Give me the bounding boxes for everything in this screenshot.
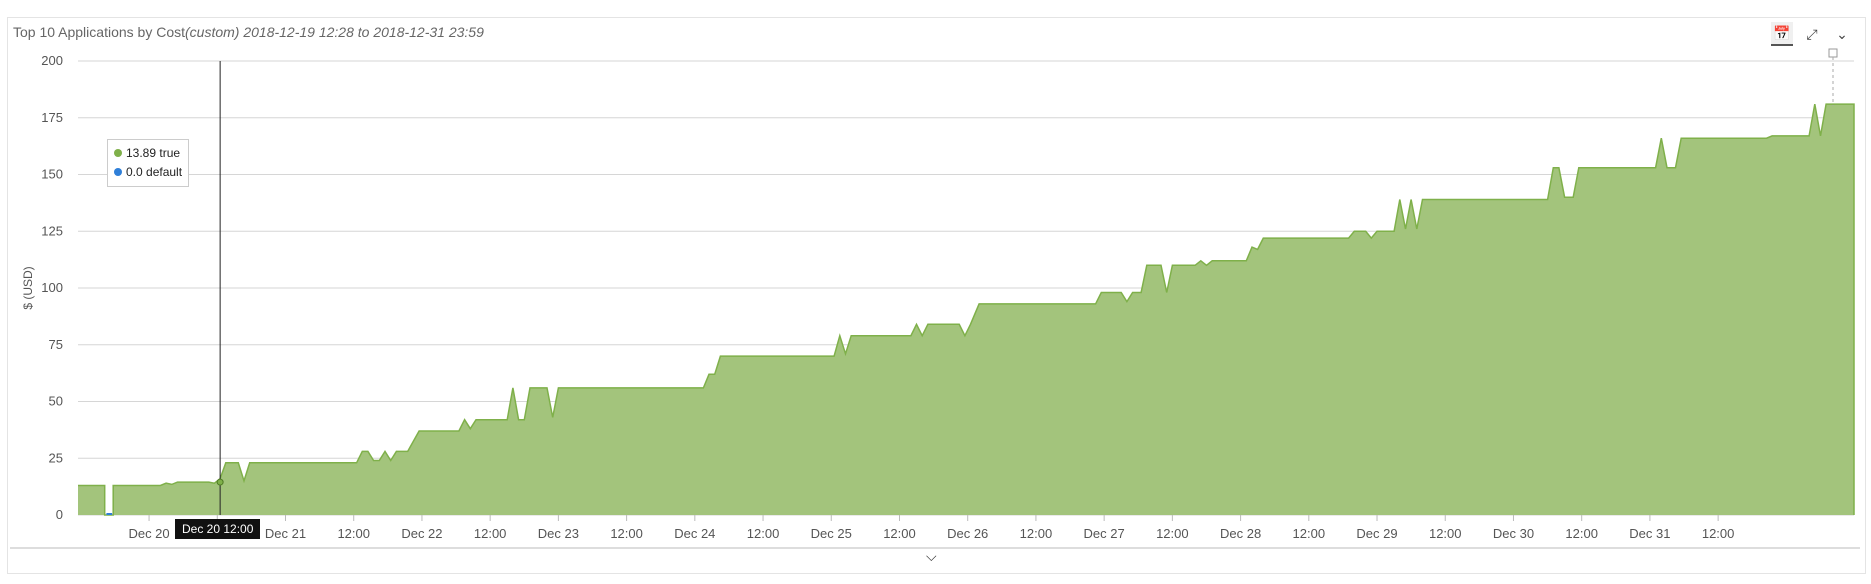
collapse-chevron-icon[interactable]: ⌵ [926, 548, 937, 565]
x-tick-label: 12:00 [474, 526, 507, 541]
y-tick-label: 150 [41, 167, 63, 182]
y-tick-label: 0 [56, 507, 63, 522]
legend-label-true: true [159, 146, 181, 160]
legend-item-true[interactable]: 13.89 true [114, 144, 182, 163]
y-tick-label: 75 [49, 337, 63, 352]
navigator-handle [1828, 48, 1838, 58]
x-tick-label: Dec 22 [401, 526, 442, 541]
x-tick-label: Dec 25 [811, 526, 852, 541]
x-tick-label: 12:00 [1293, 526, 1326, 541]
x-tick-label: Dec 24 [674, 526, 715, 541]
x-tick-label: 12:00 [337, 526, 370, 541]
y-tick-label: 175 [41, 110, 63, 125]
legend-label-default: default [146, 165, 183, 179]
x-tick-label: 12:00 [1156, 526, 1189, 541]
crosshair-tooltip: Dec 20 12:00 [175, 519, 261, 539]
x-tick-label: Dec 20 [128, 526, 169, 541]
y-tick-label: 125 [41, 223, 63, 238]
x-tick-label: 12:00 [1020, 526, 1053, 541]
y-axis-label: $ (USD) [21, 266, 35, 309]
y-tick-label: 50 [49, 394, 63, 409]
series-area-true [78, 104, 1854, 515]
chart-svg: 0 25 50 75 100 125 150 175 200 $ (USD) Dec 20 12:00… [10, 48, 1860, 549]
y-tick-label: 200 [41, 53, 63, 68]
x-tick-label: Dec 28 [1220, 526, 1261, 541]
x-tick-label: Dec 23 [538, 526, 579, 541]
x-tick-label: 12:00 [1702, 526, 1735, 541]
x-tick-label: 12:00 [883, 526, 916, 541]
chart-legend: 13.89 true 0.0 default [107, 139, 190, 187]
x-tick-label: 12:00 [747, 526, 780, 541]
x-tick-label: 12:00 [610, 526, 643, 541]
y-tick-label: 100 [41, 280, 63, 295]
legend-item-default[interactable]: 0.0 default [114, 163, 182, 182]
x-tick-label: Dec 27 [1084, 526, 1125, 541]
y-tick-label: 25 [49, 450, 63, 465]
legend-dot-default [114, 168, 122, 176]
x-tick-label: Dec 21 [265, 526, 306, 541]
x-tick-label: Dec 30 [1493, 526, 1534, 541]
legend-value-default: 0.0 [126, 165, 143, 179]
x-tick-label: 12:00 [1565, 526, 1598, 541]
legend-value-true: 13.89 [126, 146, 157, 160]
x-tick-label: Dec 26 [947, 526, 988, 541]
x-tick-label: 12:00 [1429, 526, 1462, 541]
legend-dot-true [114, 149, 122, 157]
x-tick-label: Dec 31 [1629, 526, 1670, 541]
crosshair-marker [216, 478, 224, 486]
x-tick-label: Dec 29 [1356, 526, 1397, 541]
